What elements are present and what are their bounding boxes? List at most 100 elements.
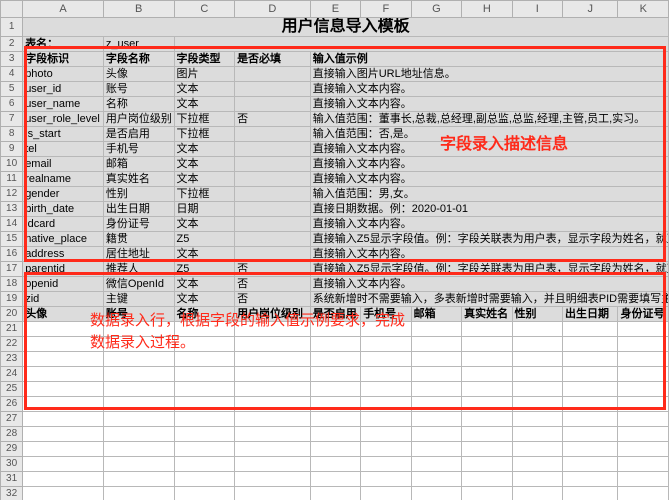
cell[interactable]: [361, 457, 411, 472]
cell[interactable]: [618, 487, 669, 500]
cell[interactable]: [411, 382, 461, 397]
cell[interactable]: [563, 442, 618, 457]
cell[interactable]: [563, 487, 618, 500]
cell[interactable]: [512, 427, 562, 442]
field-required[interactable]: [235, 67, 311, 82]
cell[interactable]: [462, 322, 512, 337]
row-header[interactable]: 2: [1, 37, 23, 52]
cell[interactable]: [411, 442, 461, 457]
cell[interactable]: [103, 472, 174, 487]
field-id[interactable]: tel: [23, 142, 104, 157]
cell[interactable]: [618, 457, 669, 472]
cell[interactable]: [23, 412, 104, 427]
cell[interactable]: [23, 367, 104, 382]
col-header[interactable]: H: [462, 1, 512, 18]
row-header[interactable]: 11: [1, 172, 23, 187]
cell[interactable]: [235, 442, 311, 457]
field-id[interactable]: idcard: [23, 217, 104, 232]
cell[interactable]: [411, 457, 461, 472]
field-header-cell[interactable]: 字段名称: [103, 52, 174, 67]
field-name[interactable]: 头像: [103, 67, 174, 82]
row-header[interactable]: 28: [1, 427, 23, 442]
cell[interactable]: [411, 337, 461, 352]
col-header[interactable]: E: [310, 1, 360, 18]
cell[interactable]: [462, 472, 512, 487]
field-type[interactable]: 下拉框: [174, 187, 235, 202]
field-id[interactable]: user_role_level: [23, 112, 104, 127]
data-header-cell[interactable]: 真实姓名: [462, 307, 512, 322]
cell[interactable]: [512, 442, 562, 457]
cell[interactable]: [23, 427, 104, 442]
field-example[interactable]: 直接输入Z5显示字段值。例：字段关联表为用户表，显示字段为姓名，就直接输入: [310, 262, 668, 277]
field-header-cell[interactable]: 字段类型: [174, 52, 235, 67]
field-name[interactable]: 主键: [103, 292, 174, 307]
field-type[interactable]: 文本: [174, 172, 235, 187]
field-type[interactable]: 下拉框: [174, 127, 235, 142]
cell[interactable]: [174, 397, 235, 412]
cell[interactable]: [103, 487, 174, 500]
data-header-cell[interactable]: 邮箱: [411, 307, 461, 322]
cell[interactable]: [310, 442, 360, 457]
field-type[interactable]: 下拉框: [174, 112, 235, 127]
cell[interactable]: [174, 457, 235, 472]
field-example[interactable]: 直接输入Z5显示字段值。例：字段关联表为用户表，显示字段为姓名，就直接输入: [310, 232, 668, 247]
field-required[interactable]: [235, 232, 311, 247]
select-all-cell[interactable]: [1, 1, 23, 18]
row-header[interactable]: 15: [1, 232, 23, 247]
cell[interactable]: [411, 472, 461, 487]
col-header[interactable]: D: [235, 1, 311, 18]
cell[interactable]: [462, 487, 512, 500]
field-id[interactable]: user_id: [23, 82, 104, 97]
cell[interactable]: [563, 397, 618, 412]
cell[interactable]: [361, 397, 411, 412]
field-example[interactable]: 系统新增时不需要输入，多表新增时需要输入，并且明细表PID需要填写主表主键: [310, 292, 668, 307]
row-header[interactable]: 32: [1, 487, 23, 500]
row-header[interactable]: 24: [1, 367, 23, 382]
row-header[interactable]: 29: [1, 442, 23, 457]
field-type[interactable]: 文本: [174, 277, 235, 292]
cell[interactable]: [563, 427, 618, 442]
field-name[interactable]: 出生日期: [103, 202, 174, 217]
row-header[interactable]: 9: [1, 142, 23, 157]
field-id[interactable]: gender: [23, 187, 104, 202]
cell[interactable]: [512, 322, 562, 337]
cell[interactable]: [23, 472, 104, 487]
cell[interactable]: [361, 427, 411, 442]
cell[interactable]: [563, 412, 618, 427]
cell[interactable]: [174, 472, 235, 487]
field-type[interactable]: 文本: [174, 97, 235, 112]
cell[interactable]: [310, 382, 360, 397]
field-type[interactable]: 文本: [174, 142, 235, 157]
cell[interactable]: [512, 382, 562, 397]
spreadsheet-grid[interactable]: A B C D E F G H I J K 1用户信息导入模板2表名：z_use…: [0, 0, 669, 500]
cell[interactable]: [512, 367, 562, 382]
cell[interactable]: [618, 397, 669, 412]
field-type[interactable]: 文本: [174, 247, 235, 262]
col-header[interactable]: I: [512, 1, 562, 18]
field-required[interactable]: [235, 187, 311, 202]
cell[interactable]: [462, 442, 512, 457]
row-header[interactable]: 12: [1, 187, 23, 202]
field-name[interactable]: 邮箱: [103, 157, 174, 172]
cell[interactable]: [462, 352, 512, 367]
field-id[interactable]: user_name: [23, 97, 104, 112]
row-header[interactable]: 4: [1, 67, 23, 82]
row-header[interactable]: 20: [1, 307, 23, 322]
cell[interactable]: [563, 457, 618, 472]
cell[interactable]: [512, 337, 562, 352]
data-header-cell[interactable]: 性别: [512, 307, 562, 322]
field-type[interactable]: 文本: [174, 217, 235, 232]
data-header-cell[interactable]: 出生日期: [563, 307, 618, 322]
field-required[interactable]: 否: [235, 262, 311, 277]
cell[interactable]: [235, 382, 311, 397]
col-header[interactable]: G: [411, 1, 461, 18]
cell[interactable]: [23, 382, 104, 397]
field-name[interactable]: 居住地址: [103, 247, 174, 262]
cell[interactable]: [462, 412, 512, 427]
field-required[interactable]: [235, 202, 311, 217]
field-example[interactable]: 直接输入文本内容。: [310, 157, 668, 172]
cell[interactable]: [235, 367, 311, 382]
cell[interactable]: [174, 427, 235, 442]
cell[interactable]: [618, 367, 669, 382]
row-header[interactable]: 8: [1, 127, 23, 142]
